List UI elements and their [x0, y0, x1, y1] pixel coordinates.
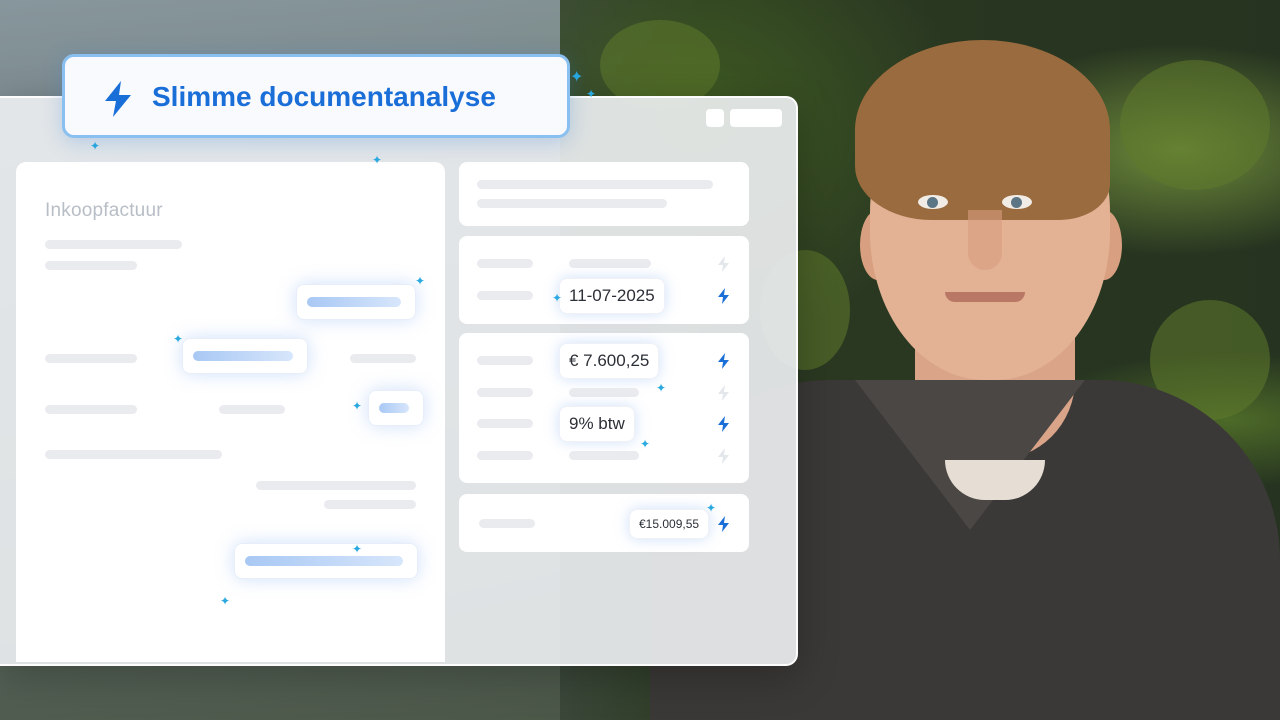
text-placeholder	[477, 419, 533, 428]
text-placeholder	[569, 451, 639, 460]
text-placeholder	[45, 405, 137, 414]
sparkle-icon: ✦	[220, 594, 231, 608]
detected-field-highlight	[182, 338, 308, 374]
text-placeholder	[477, 356, 533, 365]
lightning-bolt-icon	[718, 516, 729, 532]
sparkle-icon: ✦	[352, 542, 363, 556]
sparkle-icon: ✦	[656, 381, 667, 395]
eye	[1002, 195, 1032, 209]
text-placeholder	[477, 291, 533, 300]
sparkle-icon: ✦	[173, 332, 184, 346]
text-placeholder	[324, 500, 416, 509]
text-placeholder	[569, 259, 651, 268]
lightning-bolt-icon	[718, 416, 729, 432]
sparkle-icon: ✦	[372, 153, 383, 167]
sparkle-icon: ✦	[90, 139, 101, 153]
sparkle-icon: ✦	[586, 87, 597, 101]
eye	[918, 195, 948, 209]
feature-title: Slimme documentanalyse	[152, 81, 496, 112]
text-placeholder	[45, 240, 182, 249]
window-button[interactable]	[730, 109, 782, 127]
lightning-bolt-icon	[718, 385, 729, 401]
sparkle-icon: ✦	[552, 291, 563, 305]
window-button[interactable]	[706, 109, 724, 127]
app-window: Inkoopfactuur 11-07-2025 € 7.600,25 9% b…	[0, 96, 798, 666]
text-placeholder	[477, 451, 533, 460]
detected-field-highlight	[234, 543, 418, 579]
hair	[855, 40, 1110, 220]
detected-field-highlight	[368, 390, 424, 426]
amounts-card: € 7.600,25 9% btw	[459, 333, 749, 483]
extracted-date-value[interactable]: 11-07-2025	[559, 278, 665, 314]
lightning-bolt-icon	[718, 256, 729, 272]
detected-field-highlight	[296, 284, 416, 320]
extracted-total-value[interactable]: €15.009,55	[629, 509, 710, 539]
date-card: 11-07-2025	[459, 236, 749, 324]
text-placeholder	[477, 199, 667, 208]
sparkle-icon: ✦	[570, 69, 584, 86]
collar	[855, 380, 1085, 530]
text-placeholder	[45, 354, 137, 363]
text-placeholder	[350, 354, 416, 363]
extracted-amount-value[interactable]: € 7.600,25	[559, 343, 660, 379]
text-placeholder	[477, 259, 533, 268]
text-placeholder	[569, 388, 639, 397]
text-placeholder	[477, 388, 533, 397]
sparkle-icon: ✦	[640, 437, 651, 451]
text-placeholder	[45, 450, 222, 459]
text-placeholder	[219, 405, 285, 414]
text-placeholder	[477, 180, 713, 189]
sparkle-icon: ✦	[706, 501, 717, 515]
document-preview: Inkoopfactuur	[16, 162, 445, 662]
mouth	[945, 292, 1025, 302]
sparkle-icon: ✦	[352, 399, 363, 413]
text-placeholder	[256, 481, 416, 490]
feature-title-badge: Slimme documentanalyse	[62, 54, 570, 138]
document-title: Inkoopfactuur	[45, 200, 163, 221]
lightning-bolt-icon	[105, 81, 131, 117]
lightning-bolt-icon	[718, 353, 729, 369]
nose	[968, 210, 1002, 270]
summary-card	[459, 162, 749, 226]
lightning-bolt-icon	[718, 288, 729, 304]
sparkle-icon: ✦	[415, 274, 426, 288]
lightning-bolt-icon	[718, 448, 729, 464]
extracted-vat-value[interactable]: 9% btw	[559, 406, 635, 442]
text-placeholder	[479, 519, 535, 528]
text-placeholder	[45, 261, 137, 270]
